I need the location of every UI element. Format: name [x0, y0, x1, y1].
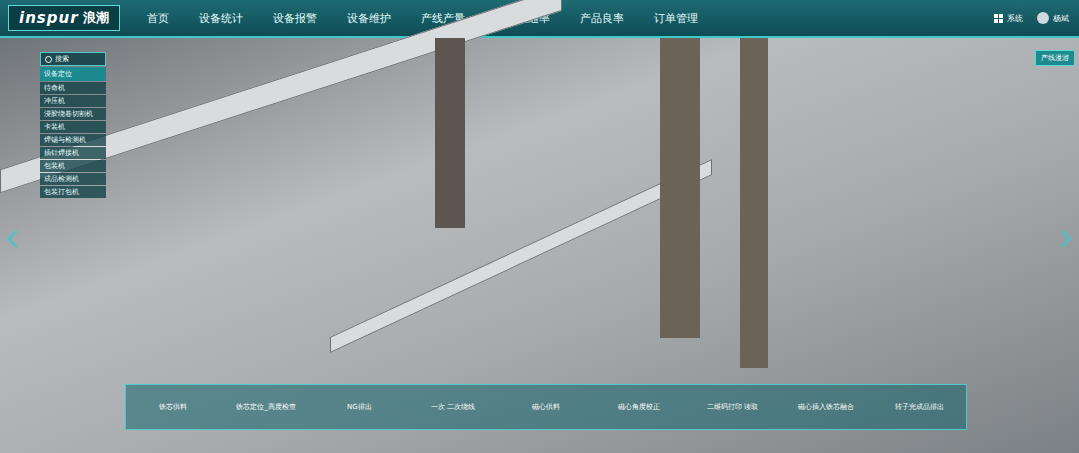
machine-shape [740, 38, 768, 368]
process-step[interactable]: 二维码打印 读取 [686, 398, 779, 416]
user-name: 杨斌 [1053, 13, 1069, 24]
system-menu[interactable]: 系统 [994, 13, 1023, 24]
digital-twin-screen: inspur 浪潮 首页设备统计设备报警设备维护产线产量产品直通率产品良率订单管… [0, 0, 1079, 453]
process-step[interactable]: 转子完成品排出 [873, 398, 966, 416]
chevron-right-icon[interactable] [1055, 231, 1072, 248]
system-label: 系统 [1007, 13, 1023, 24]
process-step[interactable]: 磁心角度校正 [593, 398, 686, 416]
header-right: 系统 杨斌 [994, 12, 1069, 24]
roam-button[interactable]: 产线漫游 [1035, 50, 1075, 66]
chevron-left-icon[interactable] [8, 231, 25, 248]
logo-text: inspur [19, 9, 79, 27]
process-step[interactable]: 一次 二次绕线 [406, 398, 499, 416]
nav-item[interactable]: 设备统计 [184, 7, 258, 30]
process-step[interactable]: 磁心插入铁芯融合 [779, 398, 872, 416]
3d-scene[interactable]: 搜索 设备定位 待命机冲压机浸胶绕卷切割机卡装机焊锡与检测机插针焊接机包装机成品… [0, 38, 1079, 453]
user-menu[interactable]: 杨斌 [1037, 12, 1069, 24]
process-step[interactable]: 铁芯供料 [126, 398, 219, 416]
nav-item[interactable]: 设备报警 [258, 7, 332, 30]
avatar-icon [1037, 12, 1049, 24]
logo-cn-text: 浪潮 [83, 9, 109, 27]
sidebar-item[interactable]: 包装机 [40, 160, 106, 172]
sidebar-title: 设备定位 [40, 67, 106, 81]
search-icon [45, 56, 52, 63]
nav-item[interactable]: 产品良率 [565, 7, 639, 30]
sidebar-item[interactable]: 成品检测机 [40, 173, 106, 185]
process-step[interactable]: 磁心供料 [499, 398, 592, 416]
device-sidebar: 搜索 设备定位 待命机冲压机浸胶绕卷切割机卡装机焊锡与检测机插针焊接机包装机成品… [40, 52, 106, 198]
sidebar-item[interactable]: 插针焊接机 [40, 147, 106, 159]
sidebar-item[interactable]: 浸胶绕卷切割机 [40, 108, 106, 120]
machine-shape [435, 38, 465, 228]
search-placeholder: 搜索 [55, 54, 69, 64]
sidebar-item[interactable]: 待命机 [40, 82, 106, 94]
nav-item[interactable]: 首页 [132, 7, 184, 30]
logo[interactable]: inspur 浪潮 [8, 5, 120, 31]
grid-icon [994, 14, 1003, 23]
sidebar-item[interactable]: 冲压机 [40, 95, 106, 107]
sidebar-item[interactable]: 焊锡与检测机 [40, 134, 106, 146]
machine-shape [660, 38, 700, 338]
sidebar-item[interactable]: 卡装机 [40, 121, 106, 133]
process-step[interactable]: NG排出 [313, 398, 406, 416]
process-step[interactable]: 铁芯定位_高度检查 [219, 398, 312, 416]
search-field[interactable]: 搜索 [40, 52, 106, 66]
nav-item[interactable]: 订单管理 [639, 7, 713, 30]
process-step-bar: 铁芯供料铁芯定位_高度检查NG排出一次 二次绕线磁心供料磁心角度校正二维码打印 … [125, 384, 967, 430]
rail-shape [330, 159, 712, 353]
sidebar-item[interactable]: 包装打包机 [40, 186, 106, 198]
nav-item[interactable]: 设备维护 [332, 7, 406, 30]
